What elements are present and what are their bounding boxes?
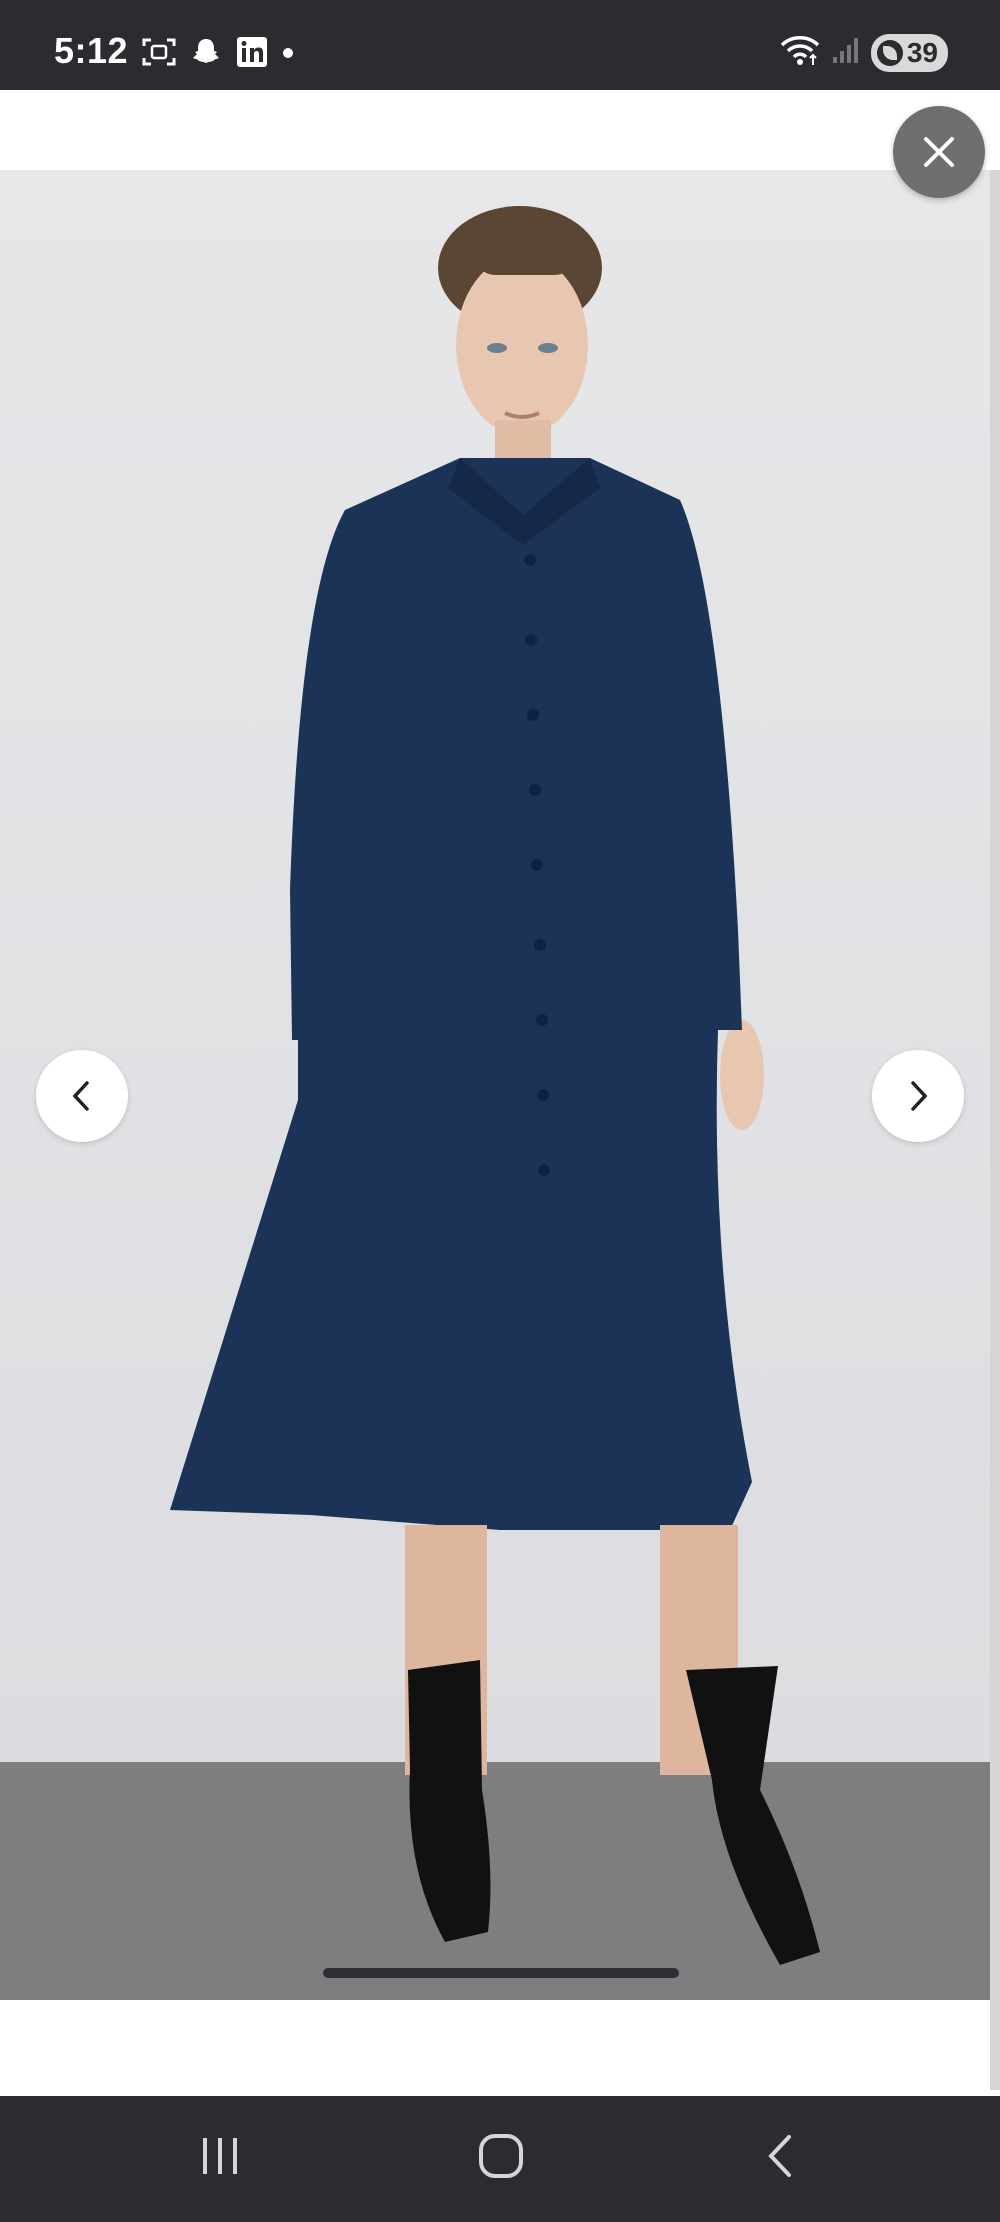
status-icons-left [142,36,294,73]
right-boot [686,1666,820,1965]
chevron-right-icon [911,1081,928,1111]
linkedin-icon [236,36,268,73]
battery-saver-icon [876,39,903,66]
chevron-left-icon [72,1081,89,1111]
next-image-button[interactable] [872,1050,964,1142]
image-viewer [0,90,1000,2096]
model-illustration [170,206,820,1965]
wifi-icon [779,33,821,72]
viewer-header [0,90,1000,170]
left-boot [408,1660,491,1942]
back-button[interactable] [746,2126,816,2186]
product-photo[interactable] [0,170,990,2000]
scroll-track [990,170,1000,2090]
face [456,255,588,435]
status-bar: 5:12 39 [0,0,1000,90]
status-icons-right: 39 [779,33,948,72]
screenshot-icon [142,37,176,72]
battery-indicator: 39 [870,33,948,72]
snapchat-icon [190,36,222,73]
status-time: 5:12 [54,30,129,71]
battery-level: 39 [906,36,938,68]
right-hand [720,1020,764,1130]
home-button[interactable] [466,2126,536,2186]
signal-icon [831,35,861,70]
recents-button[interactable] [185,2126,255,2186]
back-icon [768,2135,791,2177]
dot-icon [282,46,294,64]
previous-image-button[interactable] [36,1050,128,1142]
system-navigation-bar [0,2096,1000,2222]
recents-icon [203,2138,237,2174]
close-button[interactable] [893,106,985,198]
close-icon [924,137,954,167]
home-icon [479,2134,523,2178]
horizontal-scroll-indicator[interactable] [323,1968,679,1978]
dress [170,458,752,1530]
